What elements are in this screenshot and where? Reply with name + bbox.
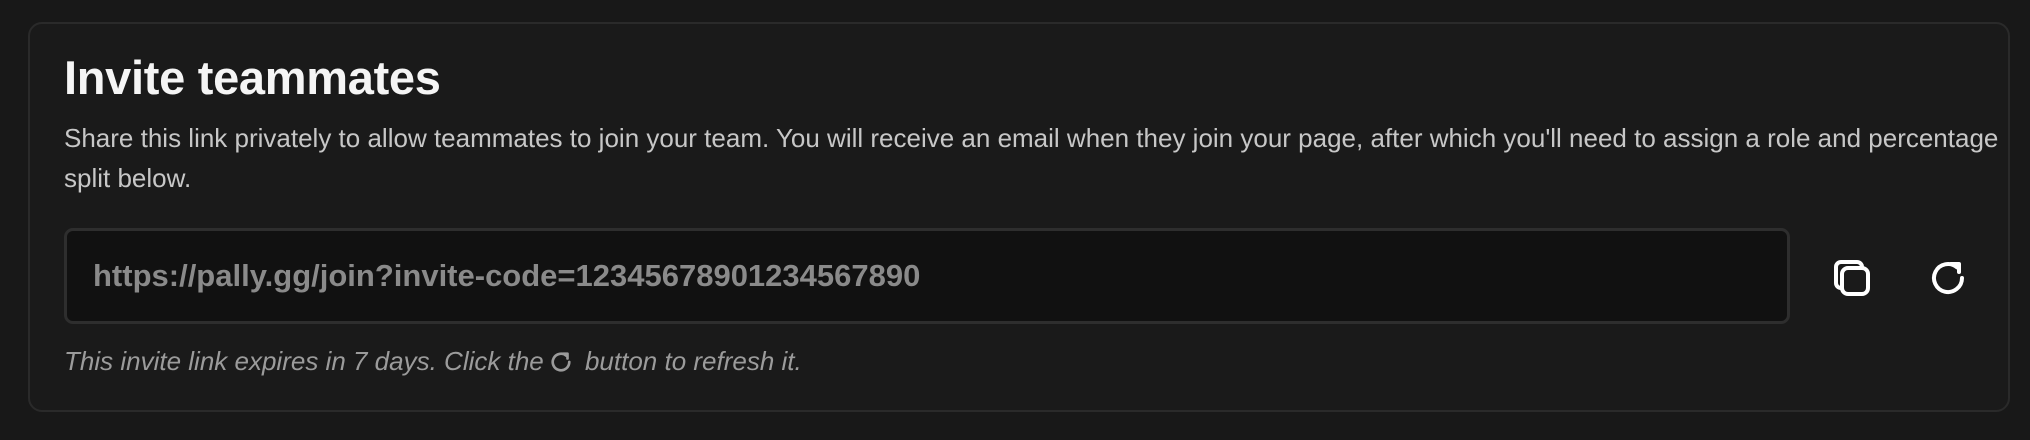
refresh-link-button[interactable] — [1918, 248, 1978, 308]
copy-icon — [1834, 260, 1870, 296]
card-description: Share this link privately to allow teamm… — [64, 123, 1999, 193]
invite-teammates-card: Invite teammates Share this link private… — [28, 22, 2010, 412]
refresh-icon — [1932, 262, 1964, 294]
invite-link-field[interactable] — [64, 228, 1790, 324]
invite-link-input[interactable] — [93, 258, 1761, 294]
copy-link-button[interactable] — [1822, 248, 1882, 308]
expiry-hint: This invite link expires in 7 days. Clic… — [64, 346, 802, 377]
card-title: Invite teammates — [64, 51, 441, 104]
expiry-hint-text: This invite link expires in 7 days. Clic… — [64, 346, 544, 376]
refresh-inline-icon — [546, 347, 576, 377]
expiry-hint-suffix: button to refresh it. — [577, 346, 802, 376]
